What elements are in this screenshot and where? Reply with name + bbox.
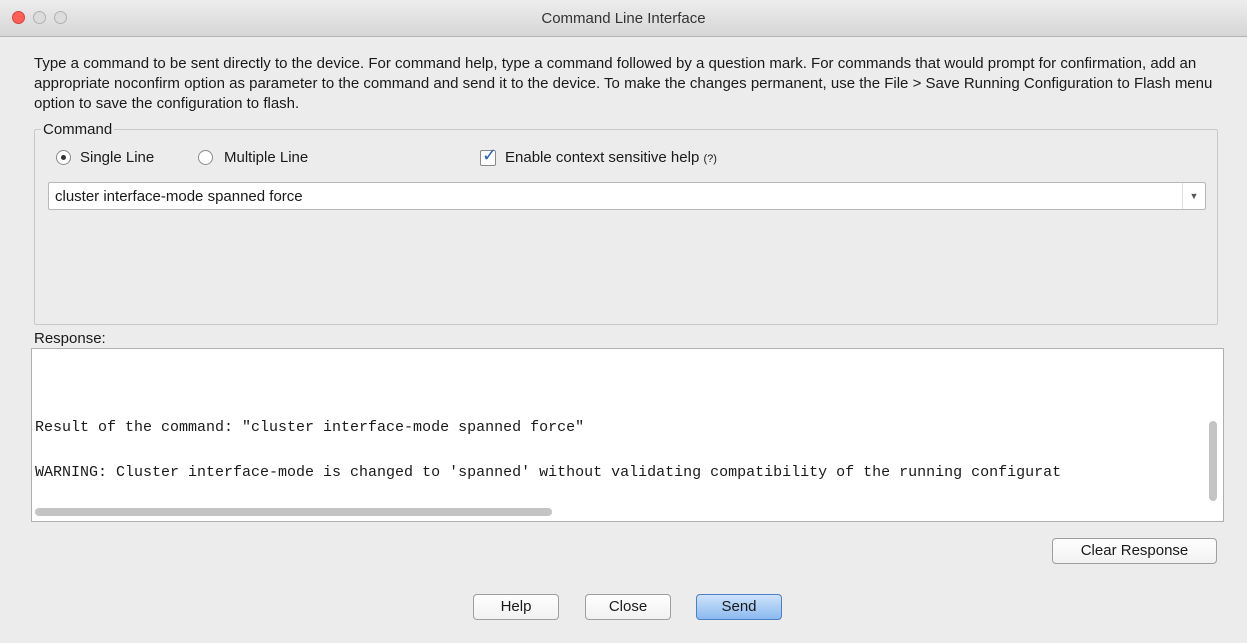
close-button[interactable]: Close [585, 594, 671, 620]
send-button[interactable]: Send [696, 594, 782, 620]
single-line-label[interactable]: Single Line [80, 149, 154, 166]
command-group-legend: Command [43, 121, 113, 138]
single-line-radio[interactable] [56, 150, 71, 165]
window-title: Command Line Interface [541, 10, 706, 27]
command-input[interactable]: cluster interface-mode spanned force [55, 188, 303, 205]
command-combobox[interactable]: cluster interface-mode spanned force ▼ [48, 182, 1206, 210]
help-button[interactable]: Help [473, 594, 559, 620]
title-bar: Command Line Interface [0, 0, 1247, 37]
context-help-text: Enable context sensitive help [505, 149, 700, 166]
context-help-label[interactable]: Enable context sensitive help (?) [505, 149, 717, 166]
multiple-line-label[interactable]: Multiple Line [224, 149, 308, 166]
instructions-text: Type a command to be sent directly to th… [34, 55, 1213, 112]
response-area[interactable]: Result of the command: "cluster interfac… [31, 348, 1224, 522]
context-help-hint: (?) [703, 153, 717, 165]
vertical-scrollbar[interactable] [1209, 421, 1217, 501]
clear-response-button[interactable]: Clear Response [1052, 538, 1217, 564]
context-help-checkbox[interactable]: ✓ [480, 145, 497, 166]
response-line: WARNING: Cluster interface-mode is chang… [35, 464, 1062, 481]
checkmark-icon: ✓ [482, 145, 498, 165]
dropdown-arrow-icon[interactable]: ▼ [1182, 183, 1205, 209]
multiple-line-radio[interactable] [198, 150, 213, 165]
response-label: Response: [34, 330, 106, 347]
horizontal-scrollbar[interactable] [35, 508, 552, 516]
response-line: Result of the command: "cluster interfac… [35, 419, 585, 436]
